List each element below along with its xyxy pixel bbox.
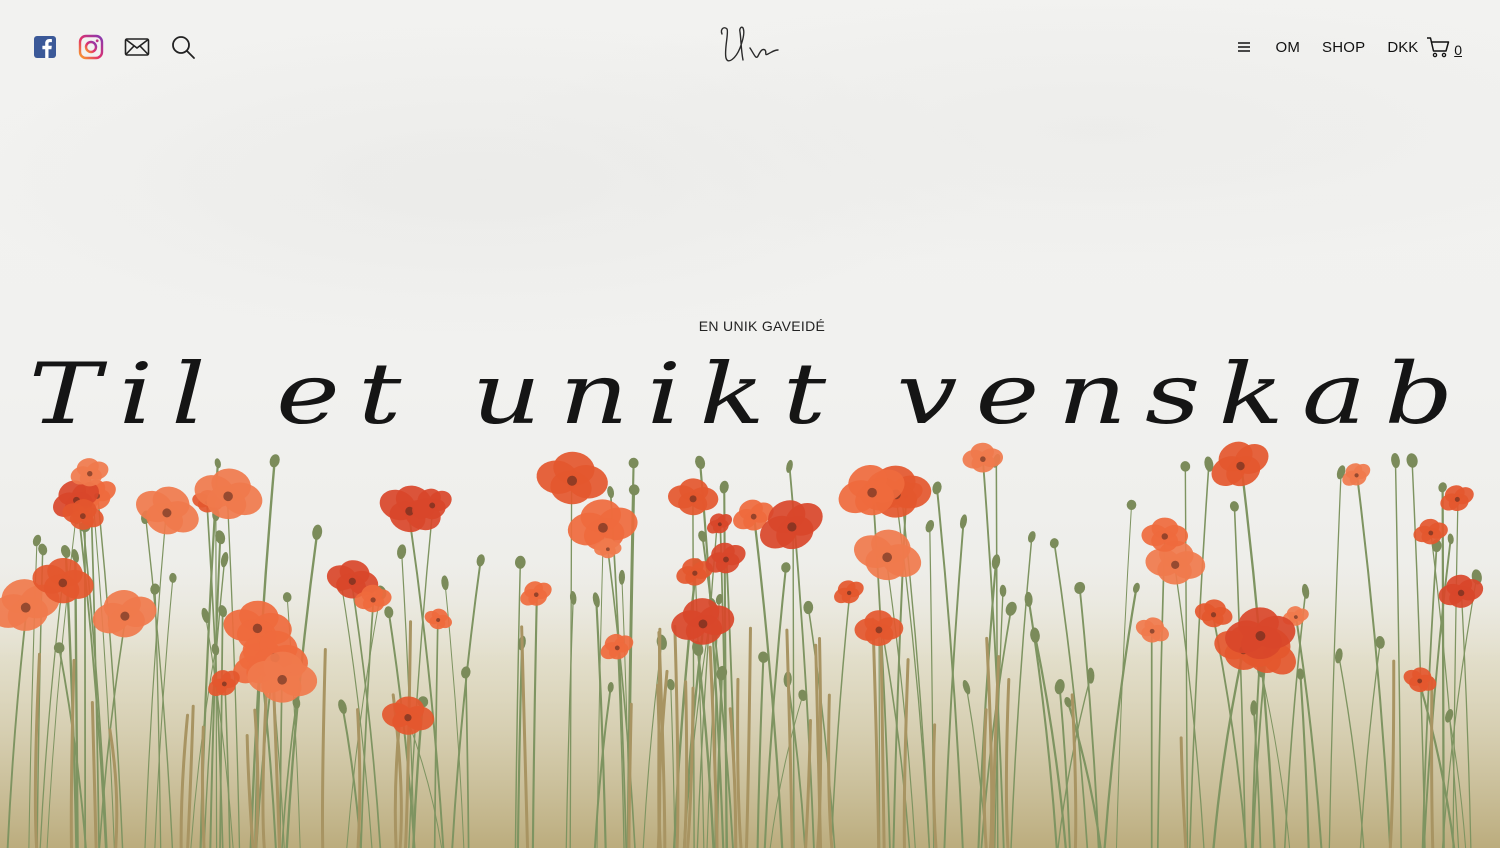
instagram-icon[interactable] [78,34,104,60]
hero-eyebrow: EN UNIK GAVEIDÉ [698,318,826,334]
main-nav: OM SHOP DKK 0 [1237,36,1462,58]
hero-headline: Til et unikt venskab [28,345,1472,444]
site-logo[interactable] [710,20,790,72]
hero: EN UNIK GAVEIDÉ Til et unikt venskab [0,318,1500,454]
cart-count[interactable]: 0 [1454,42,1462,58]
nav-link-about[interactable]: OM [1275,39,1300,56]
currency-selector[interactable]: DKK [1387,39,1418,56]
page: OM SHOP DKK 0 EN UNIK GAVEIDÉ Til et uni… [0,0,1500,848]
social-links [32,34,196,60]
search-icon[interactable] [170,34,196,60]
mail-icon[interactable] [124,34,150,60]
nav-link-shop[interactable]: SHOP [1322,39,1365,56]
facebook-icon[interactable] [32,34,58,60]
cart-icon [1427,37,1450,58]
cart-button[interactable]: 0 [1426,36,1462,58]
hamburger-icon[interactable] [1237,39,1253,55]
site-header: OM SHOP DKK 0 [0,0,1500,100]
